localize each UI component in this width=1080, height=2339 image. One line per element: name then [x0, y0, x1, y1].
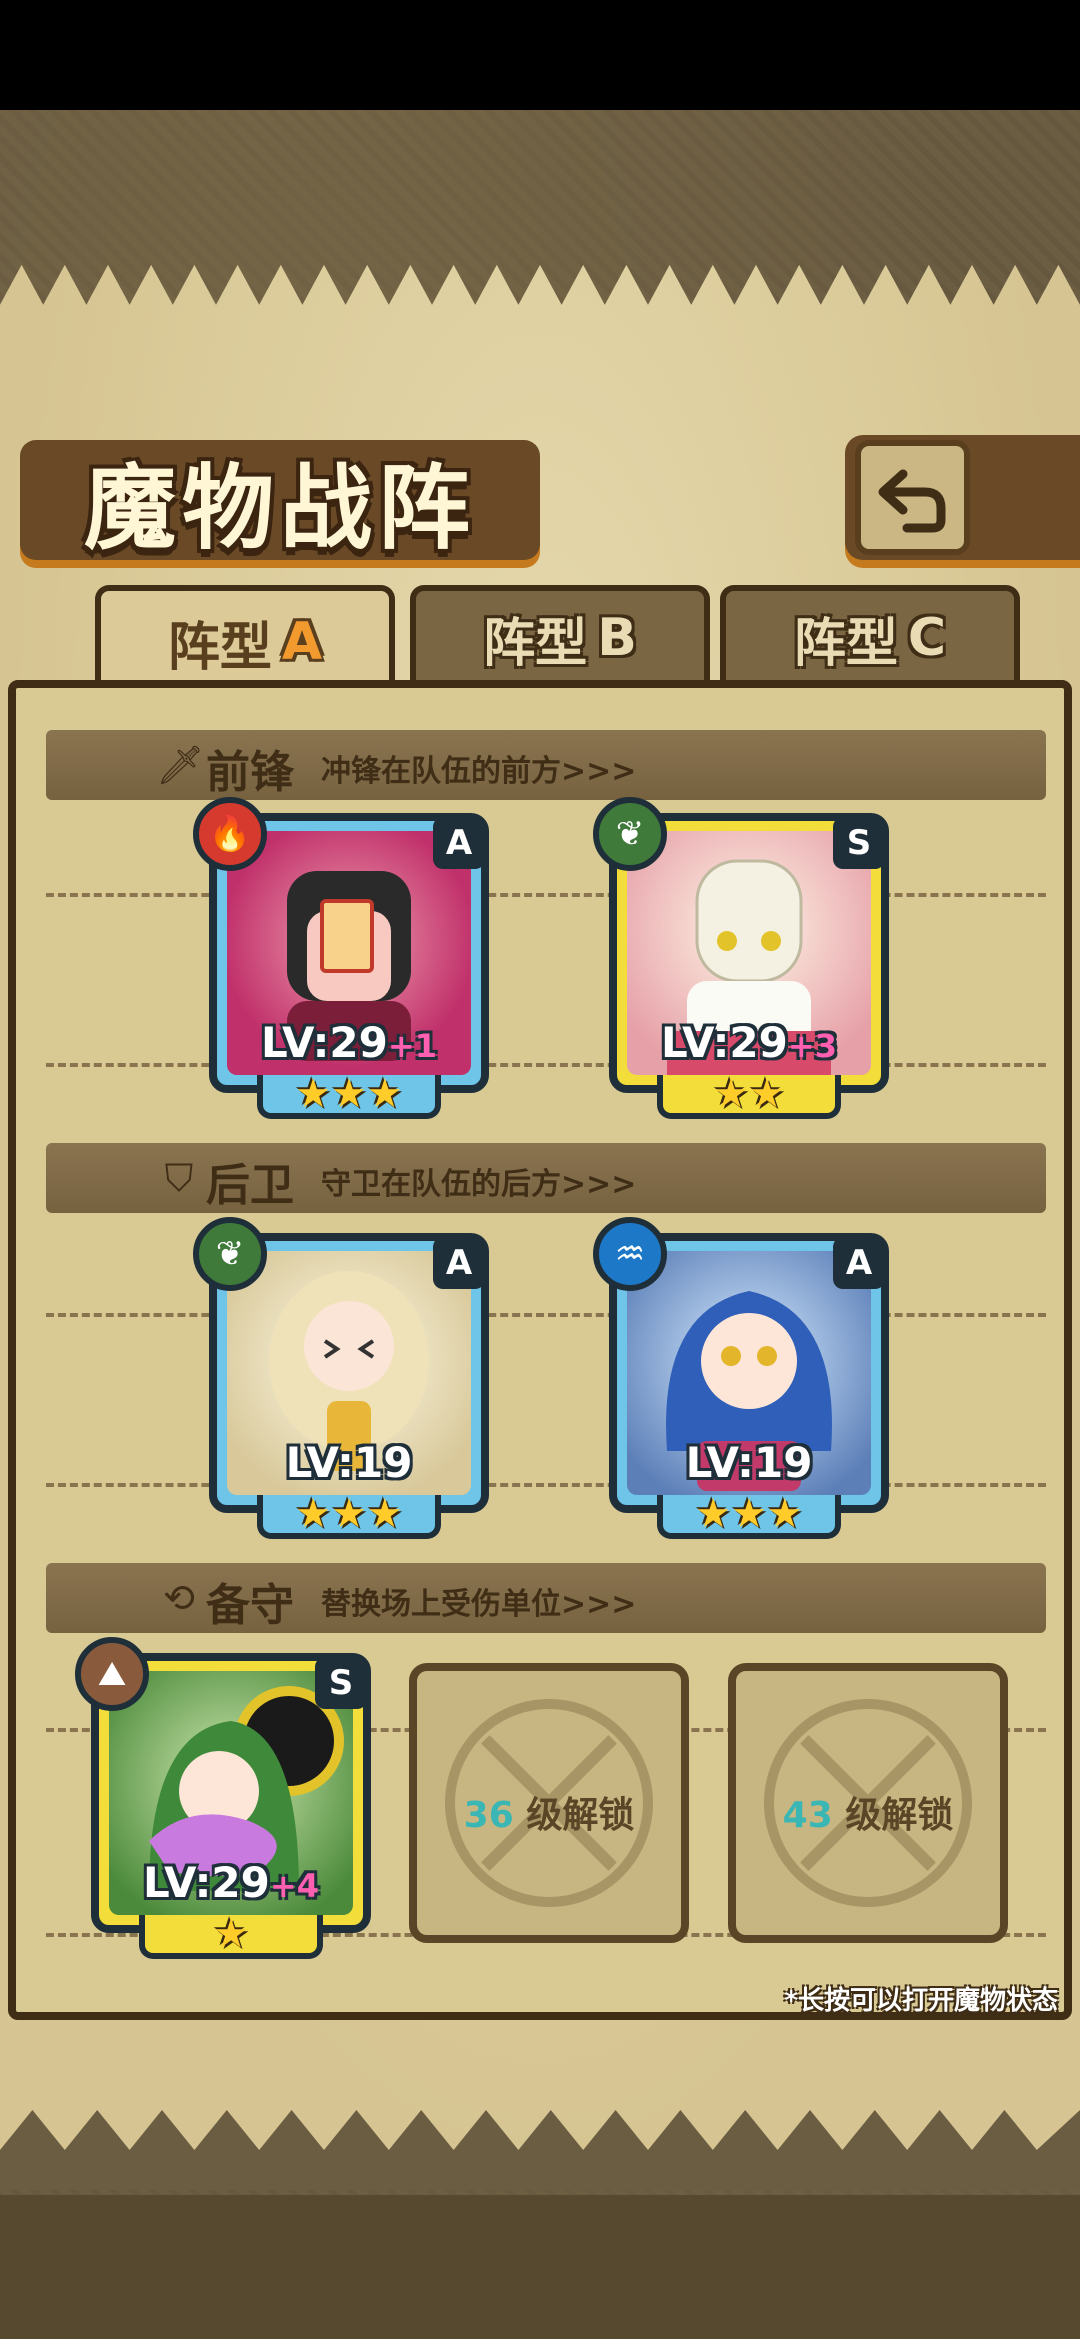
monster-card-front-1[interactable]: A 🔥 LV:29+1 ★★★	[193, 797, 489, 1119]
star-rating: ★★★	[257, 1071, 441, 1119]
section-desc: 替换场上受伤单位>>>	[321, 1587, 637, 1622]
unlock-level: 43	[782, 1795, 833, 1836]
section-name: 备守	[206, 1580, 294, 1631]
leaf-icon: ❦	[193, 1217, 267, 1291]
back-button[interactable]	[855, 440, 970, 555]
section-desc: 冲锋在队伍的前方>>>	[321, 754, 637, 789]
page-title-banner: 魔物战阵	[20, 440, 540, 562]
level-value: LV:19	[285, 1438, 413, 1487]
tab-label: 阵型	[793, 613, 898, 674]
locked-slot-1[interactable]: 36 级解锁	[409, 1663, 689, 1943]
section-rear-header: ⛉ 后卫 守卫在队伍的后方>>>	[46, 1143, 1046, 1213]
leaf-icon: ❦	[593, 797, 667, 871]
tab-label: 阵型	[167, 617, 272, 678]
swap-icon: ⟲	[163, 1576, 195, 1620]
page-title: 魔物战阵	[83, 454, 476, 562]
tab-suffix: A	[281, 612, 323, 672]
unlock-label: 43 级解锁	[736, 1786, 1000, 1838]
tab-formation-b[interactable]: 阵型 B	[410, 585, 710, 685]
tab-formation-a[interactable]: 阵型 A	[95, 585, 395, 693]
unlock-level: 36	[463, 1795, 514, 1836]
formation-tabs: 阵型 A 阵型 B 阵型 C	[20, 585, 1060, 693]
section-front-header: 🗡 前锋 冲锋在队伍的前方>>>	[46, 730, 1046, 800]
level-bonus: +1	[387, 1027, 437, 1065]
level-label: LV:29+1	[217, 1018, 481, 1067]
rank-badge: S	[833, 817, 885, 869]
tab-suffix: C	[907, 608, 947, 668]
level-value: LV:29	[261, 1018, 388, 1067]
section-reserve-header: ⟲ 备守 替换场上受伤单位>>>	[46, 1563, 1046, 1633]
monster-card-rear-1[interactable]: A ❦ LV:19 ★★★	[193, 1217, 489, 1539]
rank-badge: A	[833, 1237, 885, 1289]
divider	[46, 1313, 1046, 1317]
level-value: LV:29	[661, 1018, 788, 1067]
section-desc: 守卫在队伍的后方>>>	[321, 1167, 637, 1202]
star-rating: ★★★	[257, 1491, 441, 1539]
tab-label: 阵型	[483, 613, 588, 674]
status-bar	[0, 0, 1080, 110]
level-bonus: +3	[787, 1027, 837, 1065]
level-label: LV:29+4	[99, 1858, 363, 1907]
level-value: LV:19	[685, 1438, 813, 1487]
rank-badge: A	[433, 817, 485, 869]
unlock-label: 36 级解锁	[417, 1786, 681, 1838]
level-value: LV:29	[143, 1858, 270, 1907]
level-label: LV:19	[217, 1438, 481, 1487]
rank-badge: S	[315, 1657, 367, 1709]
earth-icon: ⛰	[75, 1637, 149, 1711]
level-bonus: +4	[269, 1867, 319, 1905]
locked-slot-2[interactable]: 43 级解锁	[728, 1663, 1008, 1943]
section-name: 后卫	[206, 1160, 294, 1211]
back-arrow-icon	[878, 469, 945, 532]
unlock-text: 级解锁	[526, 1795, 635, 1836]
level-label: LV:19	[617, 1438, 881, 1487]
tab-formation-c[interactable]: 阵型 C	[720, 585, 1020, 685]
star-rating: ★★	[657, 1071, 841, 1119]
bottom-map-strip	[0, 2195, 1080, 2339]
star-rating: ★★★	[657, 1491, 841, 1539]
shield-icon: ⛉	[164, 1156, 194, 1200]
sword-icon: 🗡	[156, 743, 205, 787]
level-label: LV:29+3	[617, 1018, 881, 1067]
tab-suffix: B	[597, 608, 637, 668]
long-press-hint: *长按可以打开魔物状态	[784, 1986, 1058, 2016]
fire-icon: 🔥	[193, 797, 267, 871]
formation-panel: 🗡 前锋 冲锋在队伍的前方>>> A 🔥 LV:29+1 ★★★ S ❦ LV:…	[8, 680, 1072, 2020]
divider	[46, 893, 1046, 897]
water-icon: ♒	[593, 1217, 667, 1291]
monster-card-front-2[interactable]: S ❦ LV:29+3 ★★	[593, 797, 889, 1119]
monster-card-reserve-1[interactable]: S ⛰ LV:29+4 ★	[75, 1637, 371, 1959]
section-name: 前锋	[206, 747, 294, 798]
divider	[46, 1483, 1046, 1487]
rank-badge: A	[433, 1237, 485, 1289]
monster-card-rear-2[interactable]: A ♒ LV:19 ★★★	[593, 1217, 889, 1539]
divider	[46, 1063, 1046, 1067]
star-rating: ★	[139, 1911, 323, 1959]
unlock-text: 级解锁	[845, 1795, 954, 1836]
